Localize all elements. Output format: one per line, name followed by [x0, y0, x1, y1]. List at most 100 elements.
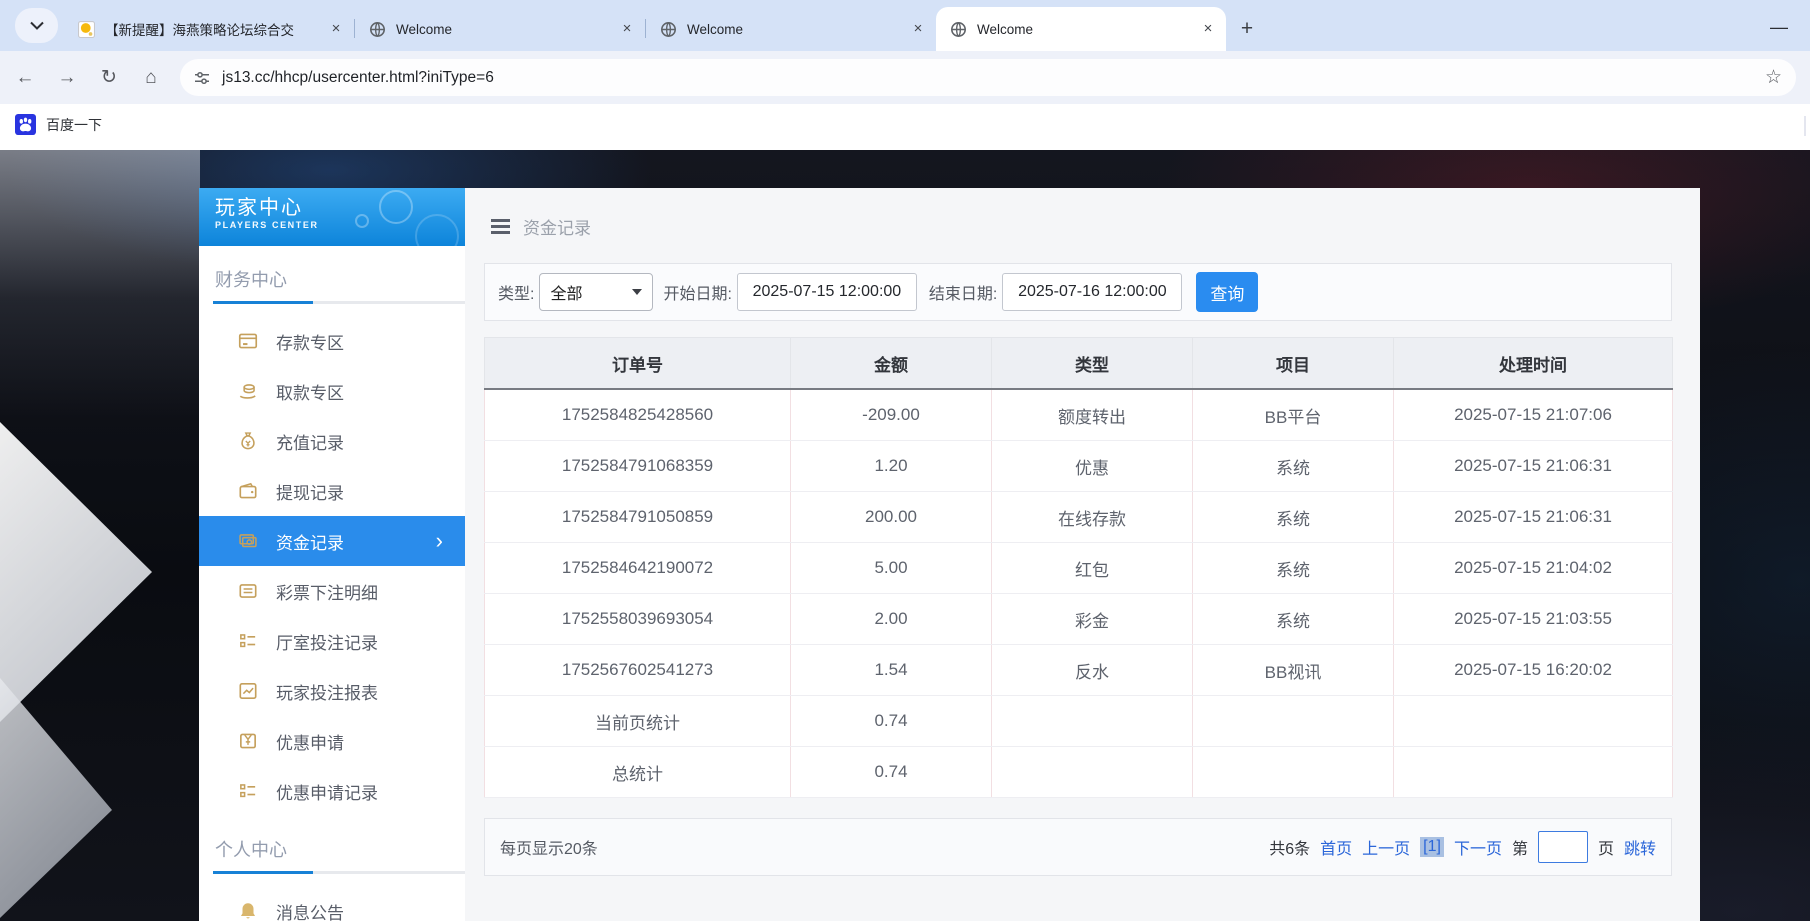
sidebar-item-funds-record[interactable]: 资金记录 ›	[199, 516, 465, 566]
summary-row-current-page: 当前页统计0.74	[485, 696, 1673, 747]
tab-search-button[interactable]	[15, 8, 58, 43]
tab-close-icon[interactable]: ×	[1198, 19, 1218, 39]
bookmark-baidu[interactable]: 百度一下	[15, 114, 102, 135]
sidebar-item-deposit[interactable]: 存款专区	[199, 316, 465, 366]
tab-close-icon[interactable]: ×	[326, 19, 346, 39]
cell-time: 2025-07-15 16:20:02	[1394, 645, 1673, 696]
cell-order-no: 1752584642190072	[485, 543, 791, 594]
sidebar-item-recharge-record[interactable]: 充值记录	[199, 416, 465, 466]
first-page-link[interactable]: 首页	[1320, 835, 1352, 859]
next-page-link[interactable]: 下一页	[1454, 835, 1502, 859]
col-type: 类型	[992, 338, 1193, 390]
filter-bar: 类型: 全部 开始日期: 结束日期: 查询	[484, 263, 1672, 321]
jump-link[interactable]: 跳转	[1624, 835, 1656, 859]
browser-tab-welcome-2[interactable]: Welcome ×	[646, 7, 936, 51]
address-bar[interactable]: js13.cc/hhcp/usercenter.html?iniType=6 ☆	[180, 59, 1796, 96]
new-tab-button[interactable]: +	[1232, 14, 1262, 44]
chevron-down-icon	[632, 289, 642, 295]
page-number-input[interactable]	[1538, 831, 1588, 863]
search-button[interactable]: 查询	[1196, 272, 1258, 312]
cell-summary-label: 当前页统计	[485, 696, 791, 747]
site-settings-icon[interactable]	[194, 70, 210, 86]
sidebar-item-message-announcement[interactable]: 消息公告	[199, 886, 465, 921]
cell-project: BB平台	[1193, 389, 1394, 441]
cell-order-no: 1752584825428560	[485, 389, 791, 441]
end-date-label: 结束日期:	[929, 280, 997, 304]
sidebar-item-label: 提现记录	[276, 479, 344, 504]
forward-icon[interactable]: →	[50, 61, 84, 95]
table-row: 17525846421900725.00红包系统2025-07-15 21:04…	[485, 543, 1673, 594]
cell-amount: 0.74	[791, 696, 992, 747]
sidebar-item-promo-apply[interactable]: 优惠申请	[199, 716, 465, 766]
cell-amount: 2.00	[791, 594, 992, 645]
money-bag-icon	[237, 430, 259, 452]
sidebar-item-label: 优惠申请	[276, 729, 344, 754]
promo-gift-icon	[237, 730, 259, 752]
tab-close-icon[interactable]: ×	[617, 19, 637, 39]
list-card-icon	[237, 580, 259, 602]
end-date-input[interactable]	[1002, 273, 1182, 311]
cell-empty	[1193, 696, 1394, 747]
tab-close-icon[interactable]: ×	[908, 19, 928, 39]
start-date-label: 开始日期:	[663, 280, 731, 304]
type-select[interactable]: 全部	[539, 273, 653, 311]
bookmark-bar: 百度一下	[0, 104, 1810, 150]
jump-suffix: 页	[1598, 835, 1614, 859]
sidebar-item-label: 取款专区	[276, 379, 344, 404]
section-underline	[213, 301, 465, 304]
bullet-list-icon	[237, 780, 259, 802]
type-label: 类型:	[498, 280, 534, 304]
panel-header: 资金记录	[465, 188, 1700, 236]
forum-favicon	[78, 21, 95, 38]
hand-money-icon	[237, 380, 259, 402]
cell-time: 2025-07-15 21:03:55	[1394, 594, 1673, 645]
pagination-bar: 每页显示20条 共6条 首页 上一页 [1] 下一页 第 页 跳转	[484, 818, 1672, 876]
sidebar-item-lottery-bet-detail[interactable]: 彩票下注明细	[199, 566, 465, 616]
tab-title: 【新提醒】海燕策略论坛综合交	[105, 19, 320, 39]
cell-time: 2025-07-15 21:07:06	[1394, 389, 1673, 441]
sidebar-item-withdrawal-record[interactable]: 提现记录	[199, 466, 465, 516]
cell-order-no: 1752567602541273	[485, 645, 791, 696]
cell-empty	[992, 747, 1193, 798]
page-background: 玩家中心 PLAYERS CENTER 财务中心 存款专区 取款专区	[0, 150, 1810, 921]
bubble-decoration	[355, 214, 369, 228]
sidebar-item-withdraw[interactable]: 取款专区	[199, 366, 465, 416]
browser-tab-welcome-1[interactable]: Welcome ×	[355, 7, 645, 51]
bubble-decoration	[379, 190, 413, 224]
jump-prefix: 第	[1512, 835, 1528, 859]
section-underline	[213, 871, 465, 874]
cell-amount: 1.20	[791, 441, 992, 492]
globe-favicon	[369, 21, 386, 38]
bookmark-label: 百度一下	[46, 115, 102, 135]
globe-favicon	[660, 21, 677, 38]
browser-tab-forum[interactable]: 【新提醒】海燕策略论坛综合交 ×	[64, 7, 354, 51]
current-page-indicator: [1]	[1420, 837, 1444, 857]
sidebar-item-room-bet-record[interactable]: 厅室投注记录	[199, 616, 465, 666]
menu-icon	[491, 225, 510, 228]
back-icon[interactable]: ←	[8, 61, 42, 95]
bookmark-bar-divider	[1804, 116, 1806, 136]
cell-type: 额度转出	[992, 389, 1193, 441]
minimize-button[interactable]: —	[1766, 14, 1792, 40]
sidebar-item-label: 充值记录	[276, 429, 344, 454]
browser-tab-welcome-active[interactable]: Welcome ×	[936, 7, 1226, 51]
cell-order-no: 1752584791050859	[485, 492, 791, 543]
sidebar-item-label: 彩票下注明细	[276, 579, 378, 604]
home-icon[interactable]: ⌂	[134, 61, 168, 95]
sidebar-item-promo-apply-record[interactable]: 优惠申请记录	[199, 766, 465, 816]
bookmark-star-icon[interactable]: ☆	[1765, 66, 1782, 89]
start-date-input[interactable]	[737, 273, 917, 311]
funds-record-panel: 资金记录 类型: 全部 开始日期: 结束日期: 查询 订单号	[465, 188, 1700, 921]
background-triangle	[0, 422, 152, 722]
refresh-icon[interactable]: ↻	[92, 61, 126, 95]
prev-page-link[interactable]: 上一页	[1362, 835, 1410, 859]
sidebar-item-label: 玩家投注报表	[276, 679, 378, 704]
banknotes-icon	[237, 530, 259, 552]
sidebar-header: 玩家中心 PLAYERS CENTER	[199, 188, 465, 246]
cell-amount: 200.00	[791, 492, 992, 543]
col-project: 项目	[1193, 338, 1394, 390]
sidebar-item-player-bet-report[interactable]: 玩家投注报表	[199, 666, 465, 716]
section-label: 财务中心	[215, 266, 465, 301]
chevron-down-icon	[30, 21, 44, 30]
url-text[interactable]: js13.cc/hhcp/usercenter.html?iniType=6	[222, 69, 1765, 87]
